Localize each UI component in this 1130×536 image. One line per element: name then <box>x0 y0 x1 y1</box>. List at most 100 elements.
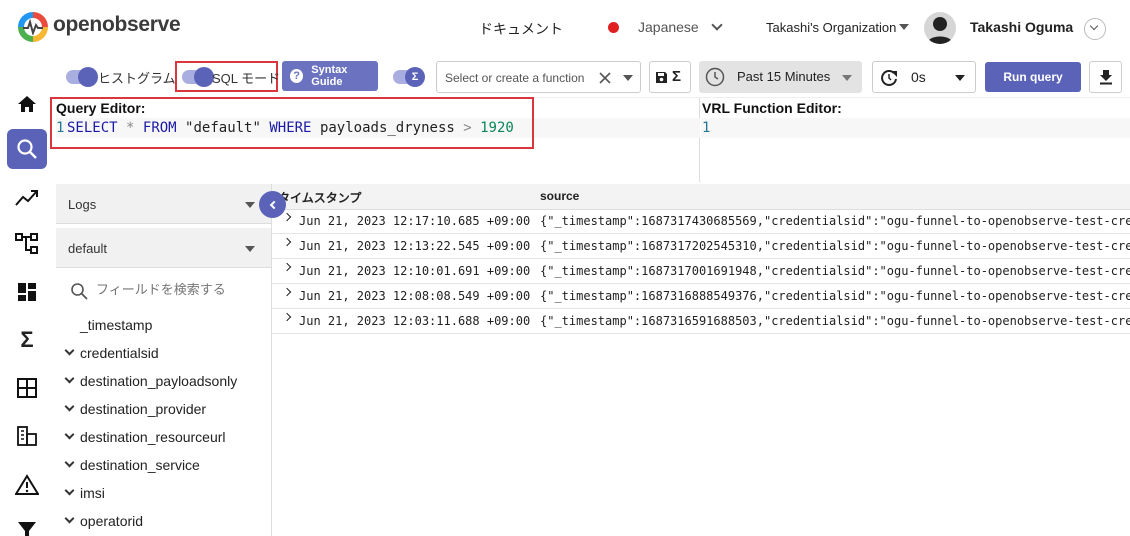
nav-filter[interactable] <box>7 510 47 536</box>
caret-down-icon[interactable] <box>623 75 633 81</box>
logo-wave-icon <box>23 19 43 35</box>
table-grid-icon <box>17 378 37 398</box>
histogram-label: ヒストグラム <box>98 71 176 86</box>
language-selector[interactable]: Japanese <box>638 19 699 35</box>
chevron-down-icon[interactable] <box>64 513 75 524</box>
clear-icon[interactable] <box>599 72 611 84</box>
trending-up-icon <box>15 190 38 206</box>
chevron-right-icon[interactable] <box>282 262 292 272</box>
row-source: {"_timestamp":1687317430685569,"credenti… <box>540 214 1130 228</box>
log-results-table: タイムスタンプ source Jun 21, 2023 12:17:10.685… <box>272 184 1130 536</box>
chevron-right-icon[interactable] <box>282 212 292 222</box>
sql-mode-toggle[interactable] <box>182 67 214 87</box>
caret-down-icon <box>245 246 255 252</box>
stream-name-select[interactable]: default <box>56 228 271 268</box>
nav-alerts[interactable] <box>7 465 47 505</box>
column-header-source[interactable]: source <box>540 189 579 203</box>
syntax-guide-button[interactable]: ? Syntax Guide <box>282 61 378 91</box>
field-name: destination_service <box>80 457 200 473</box>
table-row[interactable]: Jun 21, 2023 12:17:10.685 +09:00 {"_time… <box>272 209 1130 234</box>
refresh-interval-value: 0s <box>911 69 926 85</box>
clock-icon <box>705 67 725 87</box>
function-editor-toggle[interactable]: Σ <box>393 67 425 87</box>
caret-down-icon <box>842 75 852 81</box>
field-name: _timestamp <box>80 317 153 333</box>
nav-logs[interactable] <box>7 129 47 169</box>
chevron-right-icon[interactable] <box>282 237 292 247</box>
row-source: {"_timestamp":1687317202545310,"credenti… <box>540 239 1130 253</box>
refresh-icon <box>881 70 897 86</box>
stream-type-value: Logs <box>68 197 97 212</box>
stream-name-value: default <box>68 241 108 256</box>
building-icon <box>17 426 37 446</box>
row-source: {"_timestamp":1687317001691948,"credenti… <box>540 264 1130 278</box>
chevron-left-icon <box>269 200 279 209</box>
dashboard-icon <box>18 283 36 301</box>
table-row[interactable]: Jun 21, 2023 12:10:01.691 +09:00 {"_time… <box>272 259 1130 284</box>
chevron-down-icon[interactable] <box>64 401 75 412</box>
nav-dashboards[interactable] <box>7 272 47 312</box>
help-icon: ? <box>290 69 304 83</box>
chevron-down-icon[interactable] <box>64 429 75 440</box>
function-select[interactable]: Select or create a function <box>436 61 641 93</box>
nav-ingestion[interactable] <box>7 416 47 456</box>
chevron-down-icon[interactable] <box>64 345 75 356</box>
stream-type-select[interactable]: Logs <box>56 184 271 224</box>
search-toolbar: ヒストグラム SQL モード ? Syntax Guide Σ Select o… <box>56 56 1130 98</box>
sigma-icon: Σ <box>20 327 34 352</box>
nav-metrics[interactable] <box>7 177 47 217</box>
user-menu-button[interactable] <box>1084 18 1106 40</box>
field-name: credentialsid <box>80 345 159 361</box>
sql-mode-label: SQL モード <box>212 71 281 86</box>
field-name: operatorid <box>80 513 144 529</box>
caret-down-icon[interactable] <box>899 24 909 30</box>
column-header-timestamp[interactable]: タイムスタンプ <box>278 189 361 206</box>
function-select-placeholder: Select or create a function <box>445 71 585 85</box>
download-button[interactable] <box>1089 61 1122 93</box>
chevron-down-icon[interactable] <box>711 19 723 31</box>
refresh-interval-selector[interactable]: 0s <box>872 61 976 93</box>
nav-traces[interactable] <box>7 224 47 264</box>
sigma-icon: Σ <box>672 68 682 85</box>
run-query-button[interactable]: Run query <box>985 62 1081 92</box>
avatar[interactable] <box>924 12 956 44</box>
vrl-current-line <box>701 118 1130 138</box>
nav-functions[interactable]: Σ <box>7 320 47 360</box>
chevron-right-icon[interactable] <box>282 287 292 297</box>
editors-area: Query Editor: 1 SELECT * FROM "default" … <box>50 97 1130 182</box>
date-range-label: Past 15 Minutes <box>737 69 831 84</box>
nav-streams[interactable] <box>7 368 47 408</box>
home-icon <box>18 96 36 112</box>
row-timestamp: Jun 21, 2023 12:17:10.685 +09:00 <box>299 214 531 228</box>
user-name: Takashi Oguma <box>970 19 1074 35</box>
syntax-guide-label: Syntax Guide <box>311 64 348 88</box>
collapse-field-panel-button[interactable] <box>259 191 286 218</box>
field-search-input[interactable] <box>96 282 261 297</box>
chevron-down-icon[interactable] <box>64 457 75 468</box>
row-source: {"_timestamp":1687316888549376,"credenti… <box>540 289 1130 303</box>
table-row[interactable]: Jun 21, 2023 12:08:08.549 +09:00 {"_time… <box>272 284 1130 309</box>
chevron-down-icon[interactable] <box>64 485 75 496</box>
organization-selector[interactable]: Takashi's Organization <box>766 20 896 35</box>
histogram-toggle[interactable] <box>66 67 98 87</box>
download-icon <box>1100 70 1112 85</box>
logo-text[interactable]: openobserve <box>53 13 181 37</box>
field-name: destination_payloadsonly <box>80 373 238 389</box>
language-flag-icon <box>608 22 619 33</box>
warning-icon <box>15 474 39 495</box>
table-header: タイムスタンプ source <box>272 184 1130 210</box>
field-name: destination_provider <box>80 401 207 417</box>
nav-home[interactable] <box>7 84 47 124</box>
vrl-line-number: 1 <box>702 120 711 136</box>
save-function-button[interactable]: Σ <box>649 61 691 93</box>
date-time-picker[interactable]: Past 15 Minutes <box>699 61 862 93</box>
chevron-down-icon[interactable] <box>64 373 75 384</box>
field-search[interactable] <box>56 272 271 312</box>
docs-link[interactable]: ドキュメント <box>479 19 563 39</box>
save-icon <box>656 72 667 83</box>
table-row[interactable]: Jun 21, 2023 12:03:11.688 +09:00 {"_time… <box>272 309 1130 334</box>
table-row[interactable]: Jun 21, 2023 12:13:22.545 +09:00 {"_time… <box>272 234 1130 259</box>
field-name: imsi <box>80 485 105 501</box>
vrl-editor-title: VRL Function Editor: <box>702 100 842 116</box>
chevron-right-icon[interactable] <box>282 312 292 322</box>
